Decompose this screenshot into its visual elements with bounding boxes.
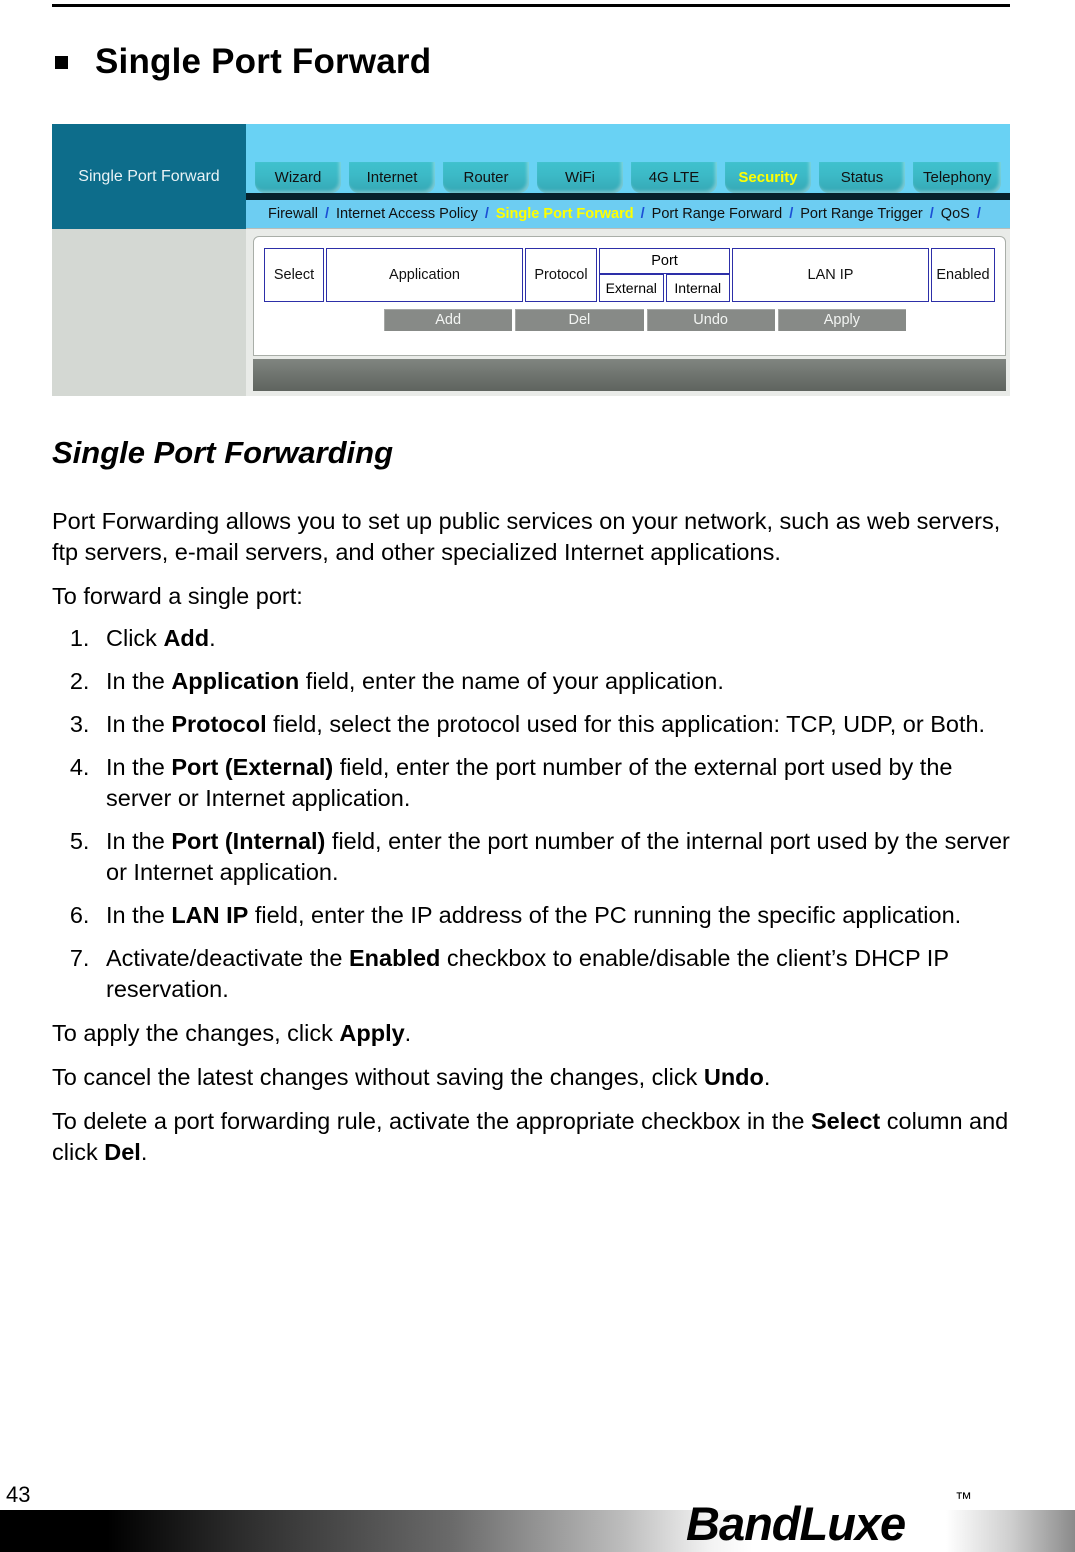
router-tab-router[interactable]: Router bbox=[443, 162, 529, 193]
router-tab-wifi[interactable]: WiFi bbox=[537, 162, 623, 193]
port-forward-action-buttons: Add Del Undo Apply bbox=[384, 309, 906, 331]
router-subnav-port-range-forward[interactable]: Port Range Forward bbox=[652, 206, 783, 222]
router-content-area: Select Application Protocol Port Externa… bbox=[246, 228, 1010, 396]
router-sidebar-title: Single Port Forward bbox=[78, 167, 220, 185]
apply-button[interactable]: Apply bbox=[777, 309, 906, 331]
body-content: Port Forwarding allows you to set up pub… bbox=[52, 506, 1020, 1181]
step-text-pre: In the bbox=[106, 668, 172, 694]
router-tab-status[interactable]: Status bbox=[819, 162, 905, 193]
router-tab-4g-lte[interactable]: 4G LTE bbox=[631, 162, 717, 193]
closing-text-emphasis: Apply bbox=[339, 1020, 405, 1046]
lead-in-paragraph: To forward a single port: bbox=[52, 583, 303, 609]
step-item: In the Application field, enter the name… bbox=[96, 666, 1020, 697]
column-header-port-internal: Internal bbox=[665, 274, 730, 302]
closing-text-emphasis: Undo bbox=[703, 1064, 764, 1090]
brand-logo: BandLuxe bbox=[686, 1497, 906, 1550]
router-subnav-separator: / bbox=[640, 206, 645, 222]
step-text-emphasis: Application bbox=[171, 668, 300, 694]
router-sidebar: Single Port Forward bbox=[52, 124, 246, 229]
column-header-select: Select bbox=[264, 248, 324, 302]
router-subnav-qos[interactable]: QoS bbox=[941, 206, 970, 222]
page-title-text: Single Port Forward bbox=[95, 42, 432, 81]
step-text-emphasis: Protocol bbox=[171, 711, 267, 737]
step-text-post: field, select the protocol used for this… bbox=[266, 711, 986, 737]
trademark-symbol: ™ bbox=[955, 1489, 972, 1508]
router-ui-screenshot: Single Port Forward Wizard Internet Router… bbox=[52, 124, 1010, 396]
router-tab-telephony[interactable]: Telephony bbox=[913, 162, 1002, 193]
router-subnav-single-port-forward[interactable]: Single Port Forward bbox=[496, 206, 634, 222]
step-text-emphasis: LAN IP bbox=[171, 902, 249, 928]
step-text-pre: In the bbox=[106, 711, 172, 737]
router-subnav-separator: / bbox=[324, 206, 329, 222]
router-bottom-bar bbox=[253, 359, 1006, 391]
step-text-emphasis: Add bbox=[163, 625, 210, 651]
page-title: Single Port Forward bbox=[55, 42, 431, 82]
router-subnav-internet-access-policy[interactable]: Internet Access Policy bbox=[336, 206, 478, 222]
closing-text-post: . bbox=[404, 1020, 412, 1046]
router-subnav-separator: / bbox=[976, 206, 981, 222]
closing-paragraph: To apply the changes, click Apply. bbox=[52, 1018, 1020, 1049]
router-subnav-separator: / bbox=[789, 206, 794, 222]
column-header-port-group: Port External Internal bbox=[599, 248, 730, 302]
router-subnav-separator: / bbox=[484, 206, 489, 222]
column-header-port-external: External bbox=[599, 274, 664, 302]
bullet-square-icon bbox=[55, 55, 68, 69]
step-item: In the Protocol field, select the protoc… bbox=[96, 709, 1020, 740]
page-number: 43 bbox=[6, 1482, 31, 1507]
step-item: In the LAN IP field, enter the IP addres… bbox=[96, 900, 1020, 931]
footer-gradient-bar bbox=[0, 1510, 1075, 1552]
router-tab-wizard[interactable]: Wizard bbox=[255, 162, 341, 193]
step-text-post: . bbox=[209, 625, 216, 651]
router-subnav-bar: Firewall / Internet Access Policy / Single P… bbox=[246, 200, 1010, 228]
closing-paragraph: To cancel the latest changes without sav… bbox=[52, 1062, 1020, 1093]
step-text-pre: In the bbox=[106, 902, 172, 928]
intro-paragraph: Port Forwarding allows you to set up pub… bbox=[52, 508, 1001, 565]
step-text-pre: Activate/deactivate the bbox=[106, 945, 349, 971]
section-title: Single Port Forwarding bbox=[52, 435, 394, 470]
router-tab-underline bbox=[246, 193, 1010, 200]
step-text-emphasis: Port (External) bbox=[171, 754, 334, 780]
port-forward-panel: Select Application Protocol Port Externa… bbox=[253, 236, 1006, 356]
step-text-pre: In the bbox=[106, 828, 172, 854]
header-rule bbox=[52, 4, 1010, 7]
step-text-emphasis: Port (Internal) bbox=[171, 828, 326, 854]
closing-text-emphasis: Select bbox=[810, 1108, 881, 1134]
closing-text-post: . bbox=[763, 1064, 771, 1090]
router-tab-internet[interactable]: Internet bbox=[349, 162, 435, 193]
closing-text-pre: To cancel the latest changes without sav… bbox=[52, 1064, 704, 1090]
port-forward-table-header: Select Application Protocol Port Externa… bbox=[264, 248, 995, 302]
step-text-emphasis: Enabled bbox=[348, 945, 441, 971]
column-header-lan-ip: LAN IP bbox=[732, 248, 929, 302]
step-text-post: field, enter the name of your applicatio… bbox=[299, 668, 724, 694]
step-text-post: field, enter the IP address of the PC ru… bbox=[248, 902, 962, 928]
steps-list: Click Add. In the Application field, ente… bbox=[52, 623, 1020, 1005]
undo-button[interactable]: Undo bbox=[646, 309, 775, 331]
router-sidebar-filler bbox=[52, 229, 246, 396]
router-subnav-separator: / bbox=[929, 206, 934, 222]
closing-text-post: . bbox=[140, 1139, 148, 1165]
step-item: In the Port (Internal) field, enter the … bbox=[96, 826, 1020, 888]
column-header-application: Application bbox=[326, 248, 523, 302]
step-text-pre: Click bbox=[106, 625, 164, 651]
step-item: Activate/deactivate the Enabled checkbox… bbox=[96, 943, 1020, 1005]
step-item: In the Port (External) field, enter the … bbox=[96, 752, 1020, 814]
column-header-port: Port bbox=[599, 248, 730, 274]
closing-paragraphs: To apply the changes, click Apply. To can… bbox=[52, 1018, 1020, 1168]
step-item: Click Add. bbox=[96, 623, 1020, 654]
del-button[interactable]: Del bbox=[515, 309, 644, 331]
closing-text-pre: To delete a port forwarding rule, activa… bbox=[52, 1108, 811, 1134]
column-header-enabled: Enabled bbox=[931, 248, 995, 302]
router-main-area: Wizard Internet Router WiFi 4G LTE Security St… bbox=[246, 124, 1010, 396]
closing-text-emphasis-2: Del bbox=[104, 1139, 141, 1165]
router-subnav-port-range-trigger[interactable]: Port Range Trigger bbox=[800, 206, 923, 222]
column-header-protocol: Protocol bbox=[525, 248, 597, 302]
closing-paragraph: To delete a port forwarding rule, activa… bbox=[52, 1106, 1020, 1168]
closing-text-pre: To apply the changes, click bbox=[52, 1020, 340, 1046]
router-tab-security[interactable]: Security bbox=[725, 162, 811, 193]
add-button[interactable]: Add bbox=[384, 309, 513, 331]
router-subnav-firewall[interactable]: Firewall bbox=[268, 206, 318, 222]
step-text-pre: In the bbox=[106, 754, 172, 780]
